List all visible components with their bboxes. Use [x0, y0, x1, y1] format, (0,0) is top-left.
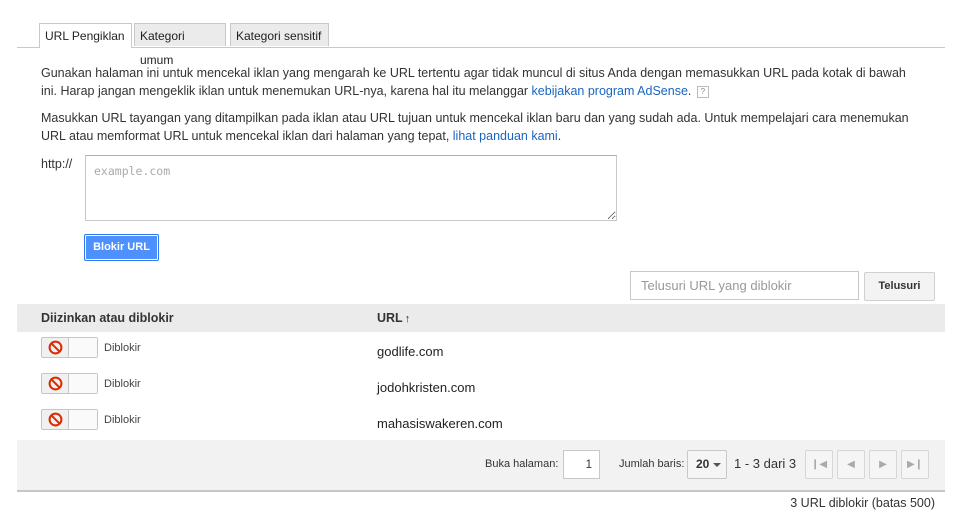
toggle-knob — [68, 374, 97, 393]
column-header-status: Diizinkan atau diblokir — [41, 311, 174, 325]
table-row: Diblokir jodohkristen.com — [17, 368, 945, 405]
chevron-down-icon — [713, 463, 721, 467]
blocked-count: 3 URL diblokir (batas 500) — [790, 496, 935, 510]
row-status: Diblokir — [104, 342, 141, 354]
intro-paragraph-2: Masukkan URL tayangan yang ditampilkan p… — [41, 109, 921, 145]
allow-block-toggle[interactable] — [41, 409, 98, 430]
pagination-bar: Buka halaman: Jumlah baris: 20 1 - 3 dar… — [17, 440, 945, 492]
column-header-url[interactable]: URL ↑ — [377, 311, 410, 325]
column-url-label: URL — [377, 311, 403, 325]
row-url: jodohkristen.com — [377, 380, 476, 395]
tab-advertiser-urls[interactable]: URL Pengiklan — [39, 23, 132, 48]
last-page-button[interactable]: ▶❙ — [901, 450, 929, 479]
intro-period-2: . — [557, 129, 562, 143]
guide-link[interactable]: lihat panduan kami — [453, 129, 558, 143]
toggle-knob — [68, 410, 97, 429]
tab-sensitive-categories[interactable]: Kategori sensitif — [230, 23, 329, 46]
rows-per-page-select[interactable]: 20 — [687, 450, 727, 479]
row-status: Diblokir — [104, 378, 141, 390]
first-page-button[interactable]: ❙◀ — [805, 450, 833, 479]
rows-per-page-label: Jumlah baris: — [619, 458, 685, 470]
chevron-right-icon: ▶ — [879, 459, 887, 470]
adsense-policy-link[interactable]: kebijakan program AdSense — [532, 84, 688, 98]
row-url: mahasiswakeren.com — [377, 416, 503, 431]
search-button[interactable]: Telusuri — [864, 272, 935, 301]
block-icon — [48, 340, 63, 355]
http-prefix-label: http:// — [41, 157, 73, 171]
page-range: 1 - 3 dari 3 — [734, 456, 797, 471]
intro-paragraph-1: Gunakan halaman ini untuk mencekal iklan… — [41, 64, 921, 100]
intro-text-1: Gunakan halaman ini untuk mencekal iklan… — [41, 66, 906, 98]
chevron-left-icon: ◀ — [847, 459, 855, 470]
first-page-icon: ❙◀ — [810, 459, 828, 470]
search-blocked-input[interactable] — [630, 271, 859, 300]
tab-general-categories[interactable]: Kategori umum — [134, 23, 226, 67]
block-url-button[interactable]: Blokir URL — [84, 234, 159, 261]
help-icon[interactable]: ? — [696, 85, 709, 98]
table-row: Diblokir godlife.com — [17, 332, 945, 369]
block-icon — [48, 412, 63, 427]
url-input[interactable] — [85, 155, 617, 221]
previous-page-button[interactable]: ◀ — [837, 450, 865, 479]
row-url: godlife.com — [377, 344, 444, 359]
intro-period-1: . — [687, 84, 692, 98]
row-status: Diblokir — [104, 414, 141, 426]
block-icon — [48, 376, 63, 391]
allow-block-toggle[interactable] — [41, 337, 98, 358]
page-number-input[interactable] — [563, 450, 600, 479]
allow-block-toggle[interactable] — [41, 373, 98, 394]
goto-page-label: Buka halaman: — [485, 458, 559, 470]
tab-bar: URL Pengiklan Kategori umum Kategori sen… — [17, 23, 945, 67]
table-header: Diizinkan atau diblokir URL ↑ — [17, 304, 945, 332]
toggle-knob — [68, 338, 97, 357]
last-page-icon: ▶❙ — [906, 459, 924, 470]
next-page-button[interactable]: ▶ — [869, 450, 897, 479]
rows-per-page-value: 20 — [696, 457, 710, 471]
table-row: Diblokir mahasiswakeren.com — [17, 404, 945, 441]
arrow-up-icon: ↑ — [404, 313, 411, 325]
